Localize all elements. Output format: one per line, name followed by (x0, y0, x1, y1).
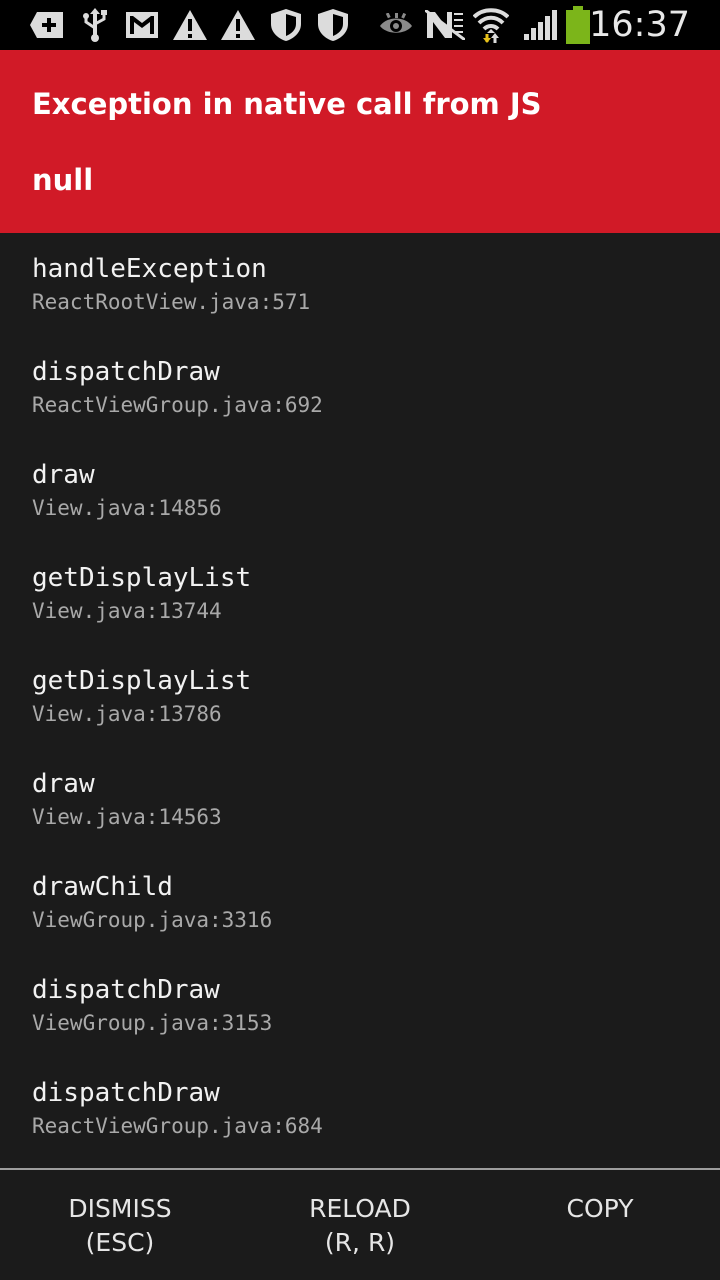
stack-frame[interactable]: dispatchDraw ViewGroup.java:3153 (32, 973, 712, 1039)
action-button-bar: DISMISS (ESC) RELOAD (R, R) COPY (0, 1168, 720, 1280)
frame-location: ReactViewGroup.java:692 (32, 393, 323, 417)
stack-frame[interactable]: dispatchDraw ReactViewGroup.java:684 (32, 1076, 712, 1142)
dismiss-button-shortcut: (ESC) (85, 1228, 155, 1257)
copy-button-label: COPY (566, 1194, 634, 1223)
frame-method: dispatchDraw (32, 1078, 220, 1108)
error-header (0, 50, 720, 233)
stack-frame[interactable]: drawChild ViewGroup.java:3316 (32, 870, 712, 936)
frame-location: View.java:14563 (32, 805, 222, 829)
warning-icon (172, 0, 208, 50)
frame-location: View.java:13744 (32, 599, 222, 623)
reload-button-shortcut: (R, R) (324, 1228, 396, 1257)
gmail-icon (125, 0, 159, 50)
eye-icon (378, 0, 414, 50)
frame-location: View.java:13786 (32, 702, 222, 726)
frame-method: handleException (32, 254, 267, 284)
stack-frame[interactable]: getDisplayList View.java:13786 (32, 664, 712, 730)
signal-icon (522, 0, 558, 50)
usb-icon (80, 0, 110, 50)
shield-icon (269, 0, 303, 50)
wifi-icon (472, 0, 510, 50)
frame-location: View.java:14856 (32, 496, 222, 520)
warning-icon (220, 0, 256, 50)
frame-method: drawChild (32, 872, 173, 902)
copy-button[interactable]: COPY (480, 1170, 720, 1280)
battery-icon (564, 0, 592, 50)
frame-location: ViewGroup.java:3153 (32, 1011, 273, 1035)
dismiss-button[interactable]: DISMISS (ESC) (0, 1170, 240, 1280)
shield-icon (316, 0, 350, 50)
add-box-icon (28, 0, 66, 50)
reload-button-label: RELOAD (309, 1194, 411, 1223)
frame-location: ReactViewGroup.java:684 (32, 1114, 323, 1138)
frame-location: ReactRootView.java:571 (32, 290, 311, 314)
frame-method: dispatchDraw (32, 357, 220, 387)
error-message: null (32, 163, 94, 197)
stack-frame[interactable]: handleException ReactRootView.java:571 (32, 252, 712, 318)
frame-method: draw (32, 460, 95, 490)
stack-frame[interactable]: getDisplayList View.java:13744 (32, 561, 712, 627)
status-bar: 16:37 (0, 0, 720, 50)
frame-method: getDisplayList (32, 666, 252, 696)
frame-method: getDisplayList (32, 563, 252, 593)
stack-frame[interactable]: draw View.java:14856 (32, 458, 712, 524)
error-title: Exception in native call from JS (32, 87, 542, 121)
frame-method: draw (32, 769, 95, 799)
dismiss-button-label: DISMISS (68, 1194, 172, 1223)
stack-frame[interactable]: draw View.java:14563 (32, 767, 712, 833)
redbox-screen: 16:37 Exception in native call from JS n… (0, 0, 720, 1280)
reload-button[interactable]: RELOAD (R, R) (240, 1170, 480, 1280)
nfc-icon (424, 0, 466, 50)
stack-trace-list[interactable]: handleException ReactRootView.java:571 d… (0, 233, 720, 1168)
frame-method: dispatchDraw (32, 975, 220, 1005)
status-clock: 16:37 (589, 5, 690, 45)
frame-location: ViewGroup.java:3316 (32, 908, 273, 932)
stack-frame[interactable]: dispatchDraw ReactViewGroup.java:692 (32, 355, 712, 421)
